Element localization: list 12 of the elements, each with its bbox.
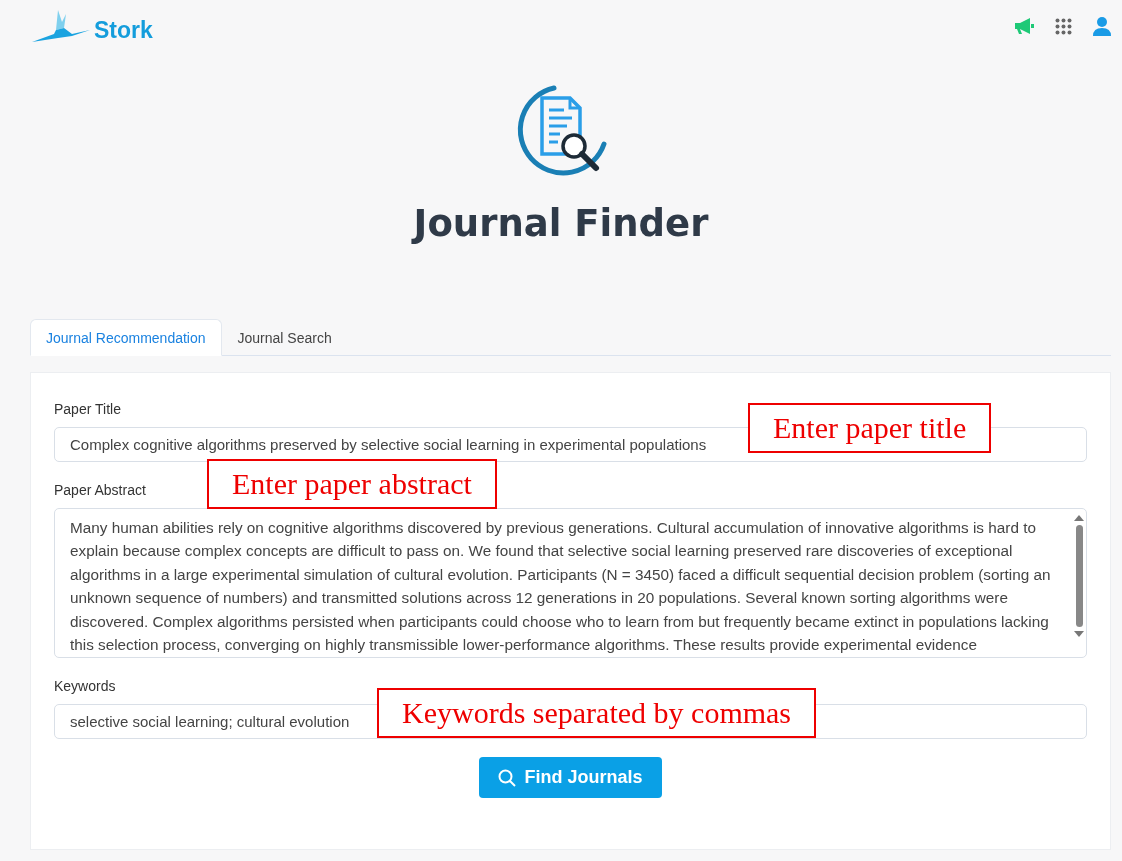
user-icon[interactable] [1092, 16, 1112, 36]
page-title: Journal Finder [413, 202, 709, 245]
annotation-callout: Enter paper abstract [207, 459, 497, 509]
field-label: Paper Abstract [54, 482, 146, 498]
annotation-callout: Keywords separated by commas [377, 688, 817, 738]
search-icon [498, 768, 517, 787]
grid-menu-icon[interactable] [1055, 17, 1072, 35]
annotation-callout: Enter paper title [748, 403, 992, 453]
field-label: Paper Title [54, 401, 121, 417]
tab[interactable]: Journal Search [221, 319, 348, 356]
field-label: Keywords [54, 678, 116, 694]
tab[interactable]: Journal Recommendation [30, 319, 222, 356]
